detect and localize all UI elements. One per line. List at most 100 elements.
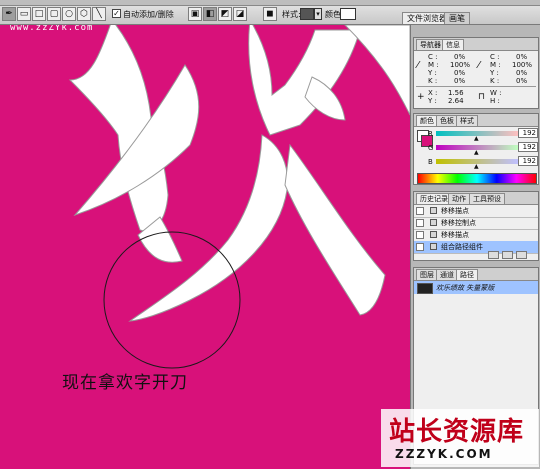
size-icon: ⊓ xyxy=(478,92,486,102)
history-step-icon xyxy=(430,219,437,226)
history-panel-tabs: 历史记录 动作 工具预设 xyxy=(414,192,538,205)
logo-main-text: 站长资源库 xyxy=(389,417,525,447)
add-area-button[interactable]: ▣ xyxy=(188,7,202,21)
ellipse-tool-button[interactable]: ○ xyxy=(62,7,76,21)
info-panel: 导航器 信息 ⁄ C : 0% M : 100% Y : 0% K : 0% ⁄… xyxy=(413,37,539,109)
color-panel-tabs: 颜色 色板 样式 xyxy=(414,114,538,127)
options-toolbar: ✒ ▭ □ ▢ ○ ⬡ ╲ ✓ 自动添加/删除 ▣ ◧ ◩ ◪ ◼ 样式: ▾ … xyxy=(0,0,540,25)
info-c-label: C : xyxy=(428,53,438,61)
style-swatch[interactable] xyxy=(300,8,314,20)
history-step-label: 组合路径组件 xyxy=(441,243,483,251)
color-b-label: B xyxy=(428,158,433,166)
tab-actions[interactable]: 动作 xyxy=(448,193,470,204)
tab-layers[interactable]: 图层 xyxy=(416,269,438,280)
path-name: 欢乐绩故 失量蒙版 xyxy=(436,284,495,292)
freeform-pen-button[interactable]: ▭ xyxy=(17,7,31,21)
history-source-checkbox[interactable] xyxy=(416,231,424,239)
red-value-field[interactable]: 192 xyxy=(518,128,538,138)
line-tool-button[interactable]: ╲ xyxy=(92,7,106,21)
history-step-icon xyxy=(430,207,437,214)
path-row-selected[interactable]: 欢乐绩故 失量蒙版 xyxy=(414,281,538,294)
info-x-value: 1.56 xyxy=(448,89,464,97)
logo-sub-text: ZZZYK.COM xyxy=(395,447,493,461)
polygon-tool-button[interactable]: ⬡ xyxy=(77,7,91,21)
document-canvas[interactable]: www.zzZYk.com 现在拿欢字开刀 xyxy=(0,25,410,469)
info-k2-value: 0% xyxy=(516,77,528,85)
auto-add-checkbox[interactable]: ✓ xyxy=(112,9,121,18)
info-y-value: 0% xyxy=(454,69,466,77)
tab-tool-presets[interactable]: 工具预设 xyxy=(469,193,505,204)
canvas-caption: 现在拿欢字开刀 xyxy=(62,373,188,393)
info-k2-label: K : xyxy=(490,77,500,85)
color-panel: 颜色 色板 样式 R ▲ 192 G ▲ 192 B ▲ 192 xyxy=(413,113,539,185)
blue-value-field[interactable]: 192 xyxy=(518,156,538,166)
green-value-field[interactable]: 192 xyxy=(518,142,538,152)
site-logo: 站长资源库 ZZZYK.COM xyxy=(381,409,539,467)
style-picker[interactable]: ◼ xyxy=(263,7,277,21)
rectangle-tool-button[interactable]: □ xyxy=(32,7,46,21)
tab-styles[interactable]: 样式 xyxy=(456,115,478,126)
tab-color[interactable]: 颜色 xyxy=(416,115,438,126)
style-label: 样式: xyxy=(282,10,301,19)
info-m-label: M : xyxy=(428,61,439,69)
info-y2-label: Y : xyxy=(490,69,499,77)
info-c2-value: 0% xyxy=(516,53,528,61)
info-y3-value: 2.64 xyxy=(448,97,464,105)
color-swatch[interactable] xyxy=(340,8,356,20)
info-c-value: 0% xyxy=(454,53,466,61)
style-dropdown-arrow-icon[interactable]: ▾ xyxy=(314,8,322,20)
intersect-area-button[interactable]: ◩ xyxy=(218,7,232,21)
green-slider-thumb-icon[interactable]: ▲ xyxy=(474,149,479,157)
path-thumbnail xyxy=(417,283,433,294)
info-k-value: 0% xyxy=(454,77,466,85)
color-spectrum-ramp[interactable] xyxy=(417,173,537,184)
history-step-icon xyxy=(430,231,437,238)
info-w-label: W : xyxy=(490,89,502,97)
history-source-checkbox[interactable] xyxy=(416,219,424,227)
tab-navigator[interactable]: 导航器 xyxy=(416,39,445,50)
info-divider xyxy=(416,86,536,87)
menu-bar xyxy=(0,0,540,6)
auto-add-label: 自动添加/删除 xyxy=(123,10,174,19)
color-r-label: R xyxy=(428,130,433,138)
red-slider-thumb-icon[interactable]: ▲ xyxy=(474,135,479,143)
eyedropper-icon-2: ⁄ xyxy=(478,60,480,71)
crosshair-icon: + xyxy=(417,92,425,102)
glyph-artwork xyxy=(68,25,410,369)
pen-tool-button[interactable]: ✒ xyxy=(2,7,16,21)
tab-swatches[interactable]: 色板 xyxy=(436,115,458,126)
paths-panel-tabs: 图层 通道 路径 xyxy=(414,268,538,281)
color-g-label: G xyxy=(428,144,434,152)
history-step-label: 移移描点 xyxy=(441,207,469,215)
history-step-label: 移移描点 xyxy=(441,231,469,239)
new-snapshot-icon[interactable] xyxy=(502,251,513,259)
tab-history[interactable]: 历史记录 xyxy=(416,193,452,204)
info-x-label: X : xyxy=(428,89,438,97)
info-h-label: H : xyxy=(490,97,500,105)
info-panel-tabs: 导航器 信息 xyxy=(414,38,538,51)
info-y2-value: 0% xyxy=(516,69,528,77)
rounded-rect-button[interactable]: ▢ xyxy=(47,7,61,21)
panel-dock: 导航器 信息 ⁄ C : 0% M : 100% Y : 0% K : 0% ⁄… xyxy=(381,25,540,469)
eyedropper-icon: ⁄ xyxy=(417,60,419,71)
subtract-area-button[interactable]: ◧ xyxy=(203,7,217,21)
info-m2-label: M : xyxy=(490,61,501,69)
history-step-icon xyxy=(430,243,437,250)
info-m2-value: 100% xyxy=(512,61,533,69)
exclude-area-button[interactable]: ◪ xyxy=(233,7,247,21)
history-step-label: 移移控制点 xyxy=(441,219,476,227)
history-source-checkbox[interactable] xyxy=(416,243,424,251)
tab-info[interactable]: 信息 xyxy=(442,39,464,50)
glyph-right-sweep xyxy=(284,143,386,316)
tab-paths[interactable]: 路径 xyxy=(456,269,478,280)
history-panel: 历史记录 动作 工具预设 移移描点 移移控制点 移移描点 组合路径组件 xyxy=(413,191,539,261)
info-y3-label: Y : xyxy=(428,97,437,105)
tab-channels[interactable]: 通道 xyxy=(436,269,458,280)
new-document-from-state-icon[interactable] xyxy=(488,251,499,259)
tab-brush[interactable]: 画笔 xyxy=(444,12,470,24)
blue-slider-thumb-icon[interactable]: ▲ xyxy=(474,163,479,171)
info-k-label: K : xyxy=(428,77,438,85)
info-c2-label: C : xyxy=(490,53,500,61)
history-source-checkbox[interactable] xyxy=(416,207,424,215)
delete-state-icon[interactable] xyxy=(516,251,527,259)
